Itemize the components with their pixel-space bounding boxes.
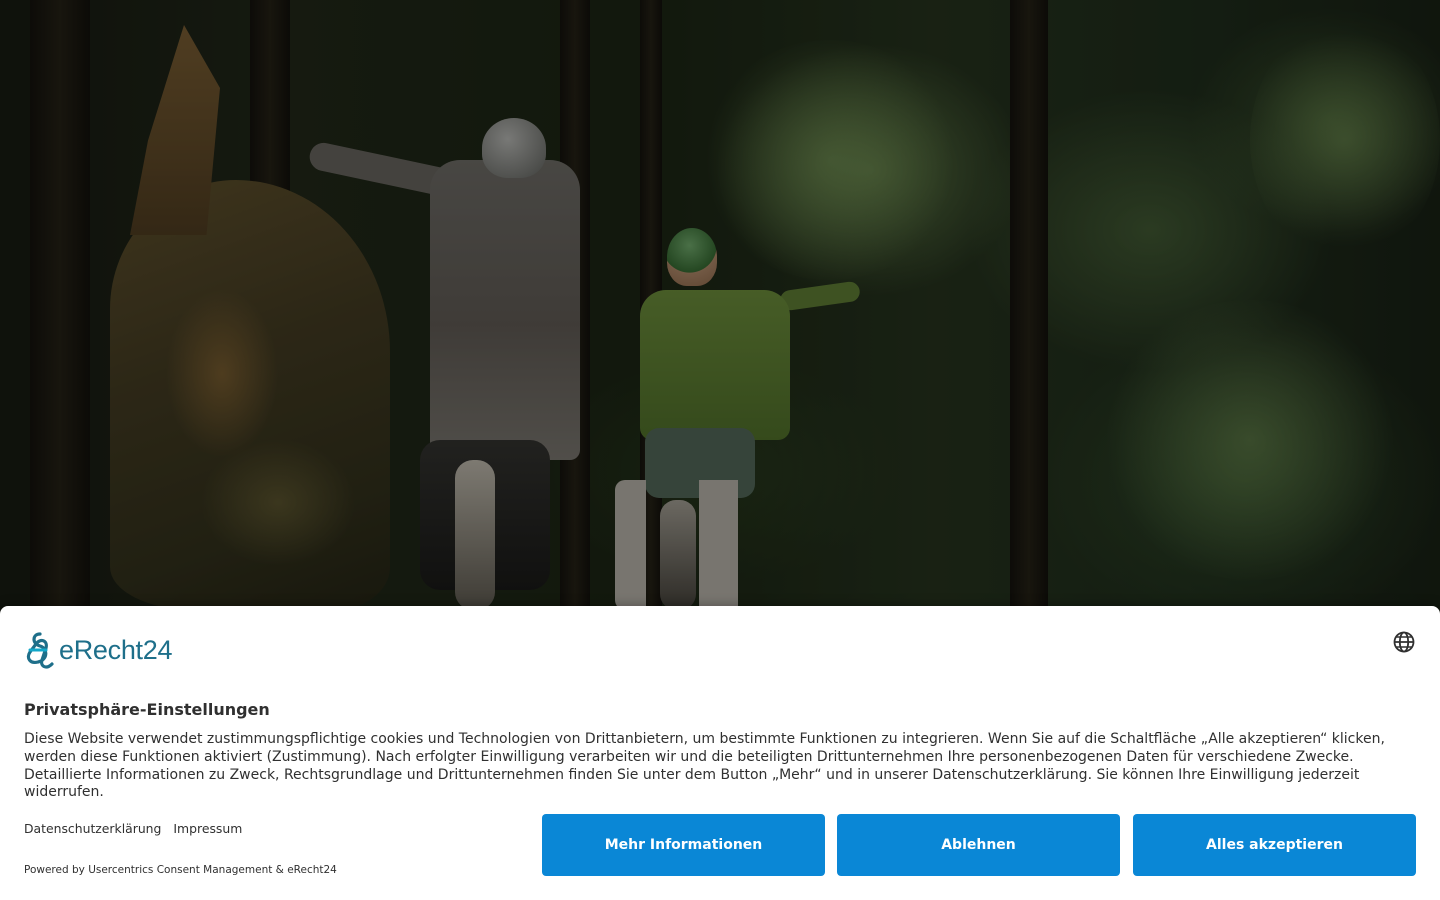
decline-button[interactable]: Ablehnen [837,814,1120,876]
erecht24-logo-icon [26,632,54,669]
globe-icon[interactable] [1392,630,1416,654]
banner-description: Diese Website verwendet zustimmungspflic… [24,731,1385,801]
privacy-policy-link[interactable]: Datenschutzerklärung [24,821,161,836]
more-info-button[interactable]: Mehr Informationen [542,814,825,876]
powered-by-text: Powered by Usercentrics Consent Manageme… [24,864,337,876]
imprint-link[interactable]: Impressum [173,821,242,836]
accept-all-button[interactable]: Alles akzeptieren [1133,814,1416,876]
banner-links: Datenschutzerklärung Impressum [24,821,242,836]
erecht24-logo: eRecht24 [24,628,204,672]
brand-name: eRecht24 [59,634,173,665]
banner-title: Privatsphäre-Einstellungen [24,700,270,719]
